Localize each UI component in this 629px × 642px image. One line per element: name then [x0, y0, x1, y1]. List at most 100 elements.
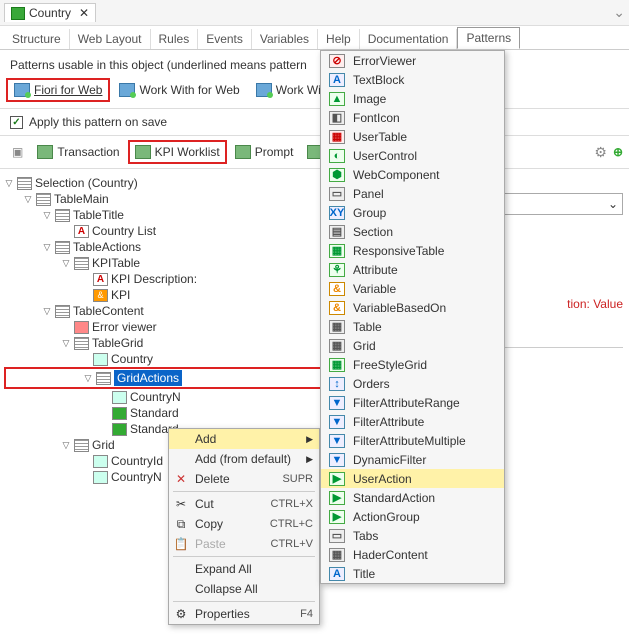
chevron-down-icon[interactable]: ⌄ — [613, 4, 625, 21]
tab-patterns[interactable]: Patterns — [457, 27, 520, 49]
grid-icon — [55, 305, 70, 318]
cm-cut[interactable]: ✂CutCTRL+X — [169, 494, 319, 514]
insert-im[interactable]: ▲Image — [321, 89, 504, 108]
node-selection[interactable]: Selection (Country) — [35, 176, 138, 190]
insert-fi[interactable]: ◧FontIcon — [321, 108, 504, 127]
rt-icon: ▦ — [329, 244, 345, 258]
patterns-description: Patterns usable in this object (underlin… — [0, 50, 629, 76]
cm-collapse-all[interactable]: Collapse All — [169, 579, 319, 599]
at-icon: ⚘ — [329, 263, 345, 277]
insert-fa[interactable]: ▼FilterAttribute — [321, 412, 504, 431]
node-tablemain[interactable]: TableMain — [54, 192, 109, 206]
node-kpitable[interactable]: KPITable — [92, 256, 140, 270]
insert-ua[interactable]: ▶UserAction — [321, 469, 504, 488]
node-errorviewer[interactable]: Error viewer — [92, 320, 157, 334]
insert-ta[interactable]: ▦Table — [321, 317, 504, 336]
gear-icon[interactable]: ⚙ — [594, 144, 607, 161]
insert-gr[interactable]: ▦Grid — [321, 336, 504, 355]
node-grid[interactable]: Grid — [92, 438, 115, 452]
country-icon — [11, 7, 25, 20]
cm-expand-all[interactable]: Expand All — [169, 559, 319, 579]
tabs-icon: ▭ — [329, 529, 345, 543]
or-icon: ↕ — [329, 377, 345, 391]
node-tabletitle[interactable]: TableTitle — [73, 208, 124, 222]
node-gridactions[interactable]: GridActions — [114, 370, 182, 386]
close-icon[interactable]: ✕ — [79, 6, 89, 20]
tab-documentation[interactable]: Documentation — [360, 29, 458, 49]
insert-sa[interactable]: ▶StandardAction — [321, 488, 504, 507]
node-countryn2[interactable]: CountryN — [111, 470, 162, 484]
insert-label: VariableBasedOn — [353, 301, 446, 315]
tab-variables[interactable]: Variables — [252, 29, 318, 49]
insert-df[interactable]: ▼ DynamicFilter — [321, 450, 504, 469]
insert-label: Table — [353, 320, 382, 334]
insert-gp[interactable]: XYGroup — [321, 203, 504, 222]
grid-icon — [17, 177, 32, 190]
pattern-fiori-for-web[interactable]: Fiori for Web — [6, 78, 110, 102]
insert-ti[interactable]: ATitle — [321, 564, 504, 583]
insert-sc[interactable]: ▤Section — [321, 222, 504, 241]
insert-label: WebComponent — [353, 168, 440, 182]
tab-rules[interactable]: Rules — [151, 29, 199, 49]
cm-add[interactable]: Add▶ — [169, 429, 319, 449]
insert-tabs[interactable]: ▭Tabs — [321, 526, 504, 545]
node-countryid[interactable]: CountryId — [111, 454, 163, 468]
node-kpidesc[interactable]: KPI Description: — [111, 272, 197, 286]
insert-ev[interactable]: ⊘ErrorViewer — [321, 51, 504, 70]
node-countryn[interactable]: CountryN — [130, 390, 181, 404]
cm-properties[interactable]: ⚙PropertiesF4 — [169, 604, 319, 624]
insert-fg[interactable]: ▦FreeStyleGrid — [321, 355, 504, 374]
insert-label: FilterAttributeRange — [353, 396, 460, 410]
document-tab[interactable]: Country ✕ — [4, 3, 96, 22]
btn-prompt[interactable]: Prompt — [229, 141, 300, 163]
node-countrylist[interactable]: Country List — [92, 224, 156, 238]
insert-label: FreeStyleGrid — [353, 358, 427, 372]
apply-label: Apply this pattern on save — [29, 115, 167, 129]
insert-wc[interactable]: ⬢WebComponent — [321, 165, 504, 184]
insert-fm[interactable]: ▼FilterAttributeMultiple — [321, 431, 504, 450]
grid-icon — [74, 257, 89, 270]
node-tableactions[interactable]: TableActions — [73, 240, 141, 254]
add-icon[interactable]: ⊕ — [613, 145, 623, 159]
ua-icon: ▶ — [329, 472, 345, 486]
insert-va[interactable]: &Variable — [321, 279, 504, 298]
node-country[interactable]: Country — [111, 352, 153, 366]
btn-collapse[interactable]: ▣ — [6, 141, 29, 163]
insert-ag[interactable]: ▶ActionGroup — [321, 507, 504, 526]
insert-fr[interactable]: ▼FilterAttributeRange — [321, 393, 504, 412]
copy-icon: ⧉ — [174, 517, 188, 531]
tab-events[interactable]: Events — [198, 29, 252, 49]
node-standard[interactable]: Standard — [130, 406, 179, 420]
pattern-work-with-for-web[interactable]: Work With for Web — [112, 79, 246, 101]
insert-label: UserTable — [353, 130, 407, 144]
insert-label: DynamicFilter — [353, 453, 426, 467]
cm-delete[interactable]: ✕DeleteSUPR — [169, 469, 319, 489]
insert-at[interactable]: ⚘Attribute — [321, 260, 504, 279]
df-icon: ▼ — [329, 453, 345, 467]
btn-kpi-worklist[interactable]: KPI Worklist — [128, 140, 227, 164]
tab-weblayout[interactable]: Web Layout — [70, 29, 151, 49]
tab-help[interactable]: Help — [318, 29, 360, 49]
insert-pn[interactable]: ▭Panel — [321, 184, 504, 203]
node-tablegrid[interactable]: TableGrid — [92, 336, 143, 350]
insert-vb[interactable]: &VariableBasedOn — [321, 298, 504, 317]
node-tablecontent[interactable]: TableContent — [73, 304, 144, 318]
btn-transaction[interactable]: Transaction — [31, 141, 125, 163]
insert-uc[interactable]: ◐UserControl — [321, 146, 504, 165]
insert-label: FilterAttribute — [353, 415, 424, 429]
insert-ut[interactable]: ▦UserTable — [321, 127, 504, 146]
insert-or[interactable]: ↕ Orders — [321, 374, 504, 393]
grid-icon — [74, 337, 89, 350]
insert-label: UserControl — [353, 149, 417, 163]
insert-tb[interactable]: ATextBlock — [321, 70, 504, 89]
cm-add-default[interactable]: Add (from default)▶ — [169, 449, 319, 469]
cm-copy[interactable]: ⧉CopyCTRL+C — [169, 514, 319, 534]
insert-hc[interactable]: ▦HaderContent — [321, 545, 504, 564]
insert-rt[interactable]: ▦ResponsiveTable — [321, 241, 504, 260]
tab-structure[interactable]: Structure — [4, 29, 70, 49]
node-kpi[interactable]: KPI — [111, 288, 130, 302]
transaction-icon — [37, 145, 53, 159]
arrow-right-icon: ▶ — [306, 454, 313, 465]
insert-label: Orders — [353, 377, 390, 391]
apply-checkbox[interactable]: ✓ — [10, 116, 23, 129]
